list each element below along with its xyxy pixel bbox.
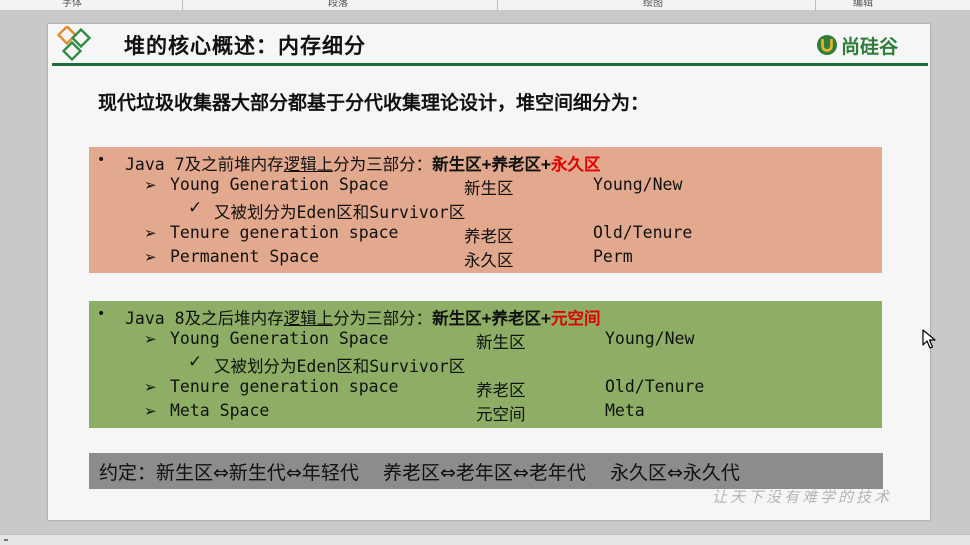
java7-row-perm-en: Perm bbox=[593, 247, 633, 266]
java7-sub-prefix: 又被划分为 bbox=[214, 203, 297, 222]
java7-row-tenure-en: Old/Tenure bbox=[593, 223, 693, 242]
java7-row-tenure-cn: 养老区 bbox=[464, 227, 514, 246]
java7-sub-and: 区和 bbox=[336, 203, 370, 222]
arrow-bullet-icon: ➢ bbox=[144, 248, 157, 266]
ribbon-group-editing[interactable]: 编辑 bbox=[853, 0, 873, 9]
java7-sub-survivor: Survivor bbox=[369, 203, 449, 222]
java8-row-young-name: Young Generation Space bbox=[170, 329, 389, 348]
java7-heading: Java 7及之前堆内存逻辑上分为三部分：新生区+养老区+永久区 bbox=[125, 151, 600, 175]
java7-row-perm-cn: 永久区 bbox=[464, 251, 514, 270]
brand-logo: 尚硅谷 bbox=[816, 32, 898, 58]
java7-row-young-cn: 新生区 bbox=[464, 179, 514, 198]
java8-mid: 分为三部分： bbox=[333, 309, 433, 328]
arrow-bullet-icon: ➢ bbox=[144, 176, 157, 194]
check-icon: ✓ bbox=[188, 198, 203, 218]
java7-mid: 分为三部分： bbox=[333, 155, 433, 174]
java7-young-subdivision: 又被划分为Eden区和Survivor区 bbox=[214, 199, 465, 223]
check-icon: ✓ bbox=[188, 352, 203, 372]
java7-row-tenure-name: Tenure generation space bbox=[170, 223, 399, 242]
diamond-logo-icon bbox=[56, 26, 92, 62]
java8-metaspace-highlight: 元空间 bbox=[550, 309, 601, 328]
java7-sub-eden: Eden bbox=[296, 203, 337, 222]
slide-subtitle: 现代垃圾收集器大部分都基于分代收集理论设计，堆空间细分为： bbox=[98, 92, 650, 114]
java8-row-tenure-name: Tenure generation space bbox=[170, 377, 399, 396]
naming-convention-bar: 约定：新生区⇔新生代⇔年轻代 养老区⇔老年区⇔老年代 永久区⇔永久代 bbox=[89, 453, 883, 489]
java8-row-tenure-en: Old/Tenure bbox=[605, 377, 705, 396]
java8-row-meta-name: Meta Space bbox=[170, 401, 270, 420]
java8-young-subdivision: 又被划分为Eden区和Survivor区 bbox=[214, 353, 465, 377]
java8-row-meta-en: Meta bbox=[605, 401, 645, 420]
bullet-dot: • bbox=[97, 306, 106, 322]
java8-heading: Java 8及之后堆内存逻辑上分为三部分：新生区+养老区+元空间 bbox=[125, 305, 600, 329]
java8-parts: 新生区+养老区+ bbox=[432, 309, 551, 328]
java7-prefix: Java 7及之前堆内存 bbox=[125, 155, 284, 174]
ribbon-group-font[interactable]: 字体 bbox=[62, 0, 82, 9]
java7-heap-box: • Java 7及之前堆内存逻辑上分为三部分：新生区+养老区+永久区 ➢ You… bbox=[89, 147, 882, 273]
java7-permgen-highlight: 永久区 bbox=[550, 155, 601, 174]
java8-sub-eden: Eden bbox=[296, 357, 337, 376]
java8-sub-and: 区和 bbox=[336, 357, 370, 376]
java8-row-young-cn: 新生区 bbox=[476, 333, 526, 352]
java8-row-young-en: Young/New bbox=[605, 329, 695, 348]
java7-row-young-name: Young Generation Space bbox=[170, 175, 389, 194]
java7-parts: 新生区+养老区+ bbox=[432, 155, 551, 174]
java7-logic: 逻辑上 bbox=[283, 155, 334, 174]
arrow-bullet-icon: ➢ bbox=[144, 378, 157, 396]
ribbon-separator bbox=[182, 0, 183, 10]
mouse-pointer-icon bbox=[922, 329, 936, 349]
java8-prefix: Java 8及之后堆内存 bbox=[125, 309, 284, 328]
bullet-dot: • bbox=[97, 152, 106, 168]
java7-row-young-en: Young/New bbox=[593, 175, 683, 194]
slide-title: 堆的核心概述：内存细分 bbox=[124, 34, 366, 58]
ribbon-group-drawing[interactable]: 绘图 bbox=[643, 0, 663, 9]
arrow-bullet-icon: ➢ bbox=[144, 330, 157, 348]
arrow-bullet-icon: ➢ bbox=[144, 224, 157, 242]
java8-logic: 逻辑上 bbox=[283, 309, 334, 328]
ribbon-strip: 字体 段落 绘图 编辑 bbox=[0, 0, 970, 11]
java8-sub-prefix: 又被划分为 bbox=[214, 357, 297, 376]
slide-canvas: 堆的核心概述：内存细分 尚硅谷 现代垃圾收集器大部分都基于分代收集理论设计，堆空… bbox=[48, 24, 930, 520]
ribbon-separator bbox=[815, 0, 816, 10]
java8-sub-survivor: Survivor bbox=[369, 357, 449, 376]
status-bar bbox=[0, 534, 970, 545]
slogan-watermark: 让天下没有难学的技术 bbox=[712, 488, 893, 506]
status-indicator bbox=[4, 539, 8, 541]
java8-sub-end: 区 bbox=[448, 357, 466, 376]
java8-heap-box: • Java 8及之后堆内存逻辑上分为三部分：新生区+养老区+元空间 ➢ You… bbox=[89, 301, 882, 428]
brand-u-icon bbox=[817, 35, 837, 55]
naming-convention-text: 约定：新生区⇔新生代⇔年轻代 养老区⇔老年区⇔老年代 永久区⇔永久代 bbox=[99, 462, 740, 484]
java8-row-meta-cn: 元空间 bbox=[476, 405, 526, 424]
java7-row-perm-name: Permanent Space bbox=[170, 247, 320, 266]
title-divider bbox=[52, 63, 928, 66]
java7-sub-end: 区 bbox=[448, 203, 466, 222]
arrow-bullet-icon: ➢ bbox=[144, 402, 157, 420]
brand-name: 尚硅谷 bbox=[841, 35, 899, 58]
java8-row-tenure-cn: 养老区 bbox=[476, 381, 526, 400]
ribbon-separator bbox=[497, 0, 498, 10]
ribbon-group-paragraph[interactable]: 段落 bbox=[328, 0, 348, 9]
